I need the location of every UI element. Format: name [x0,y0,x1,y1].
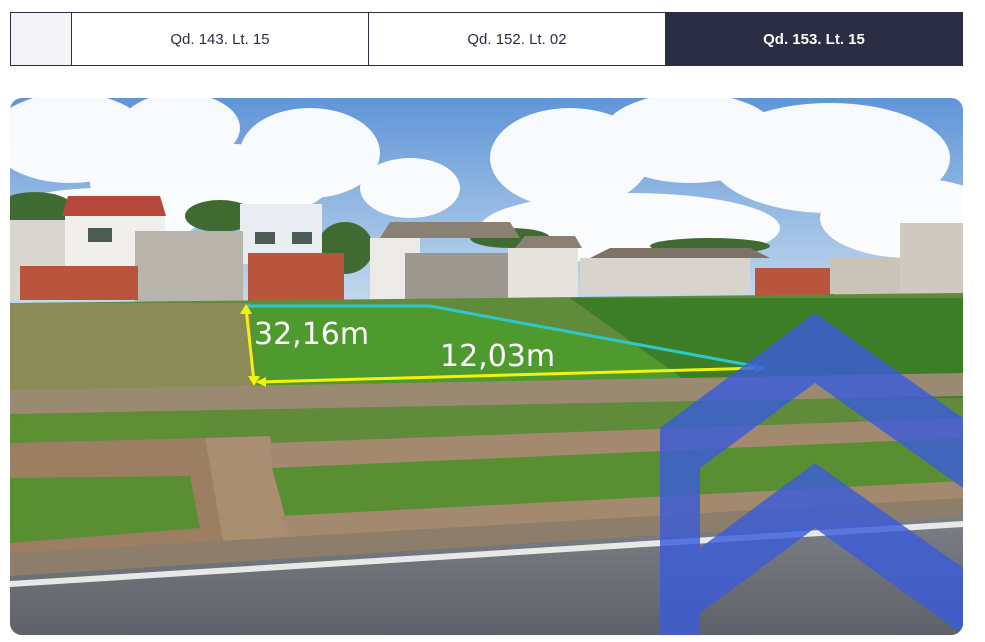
tab-qd-153-lt-15[interactable]: Qd. 153. Lt. 15 [665,13,962,65]
measurement-front-label: 12,03m [440,339,555,374]
lot-photo[interactable]: 32,16m 12,03m [10,98,963,635]
dirt-left [10,303,253,398]
lot-tabs: Qd. 143. Lt. 15 Qd. 152. Lt. 02 Qd. 153.… [10,12,963,66]
tab-qd-152-lt-02[interactable]: Qd. 152. Lt. 02 [368,13,665,65]
measurement-depth-label: 32,16m [254,317,369,352]
tab-previous[interactable] [11,13,71,65]
lot-photo-illustration: 32,16m 12,03m [10,98,963,635]
tab-qd-143-lt-15[interactable]: Qd. 143. Lt. 15 [71,13,368,65]
